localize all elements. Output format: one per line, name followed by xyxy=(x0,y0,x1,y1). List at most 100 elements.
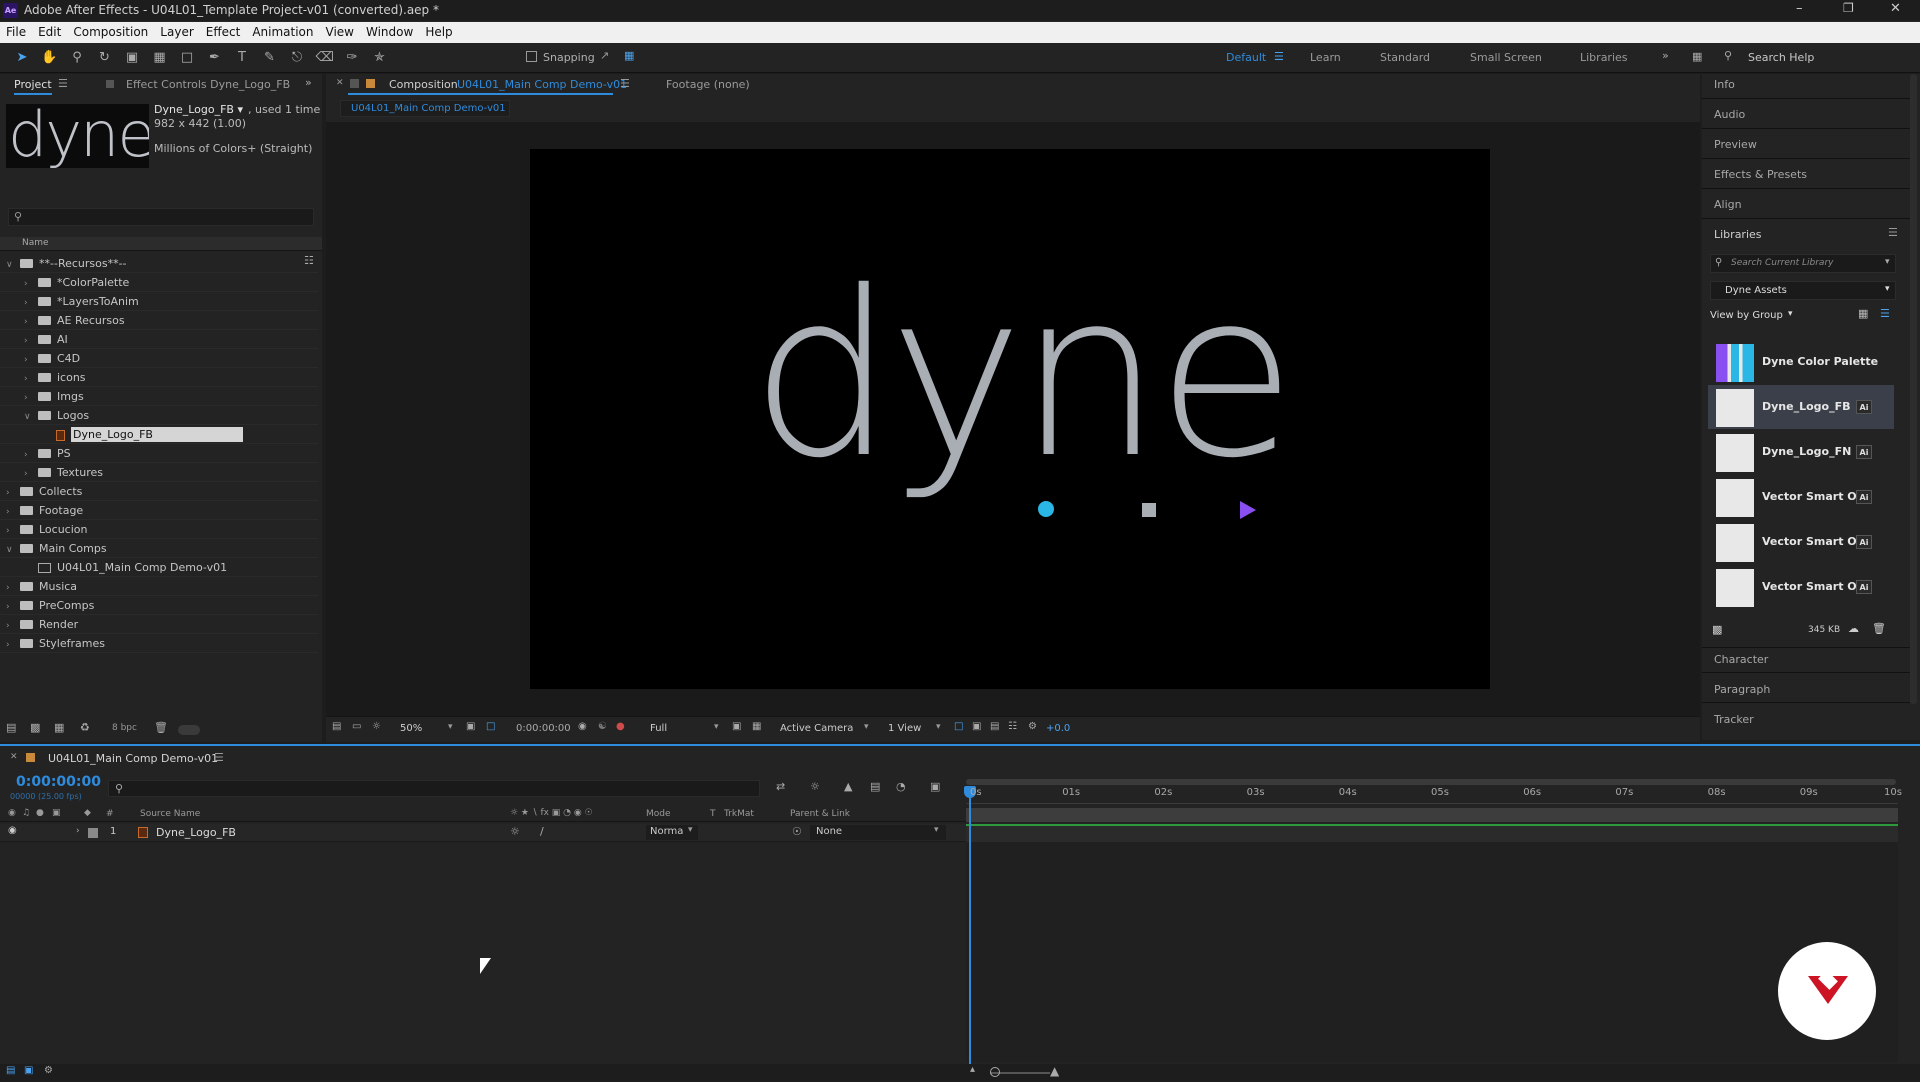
time-navigator[interactable] xyxy=(966,779,1896,785)
quality-switch-icon[interactable]: / xyxy=(540,825,544,838)
snapshot-icon[interactable]: ◉ xyxy=(578,721,587,732)
panel-tracker[interactable]: Tracker xyxy=(1714,713,1754,726)
tree-item[interactable]: › *LayersToAnim xyxy=(0,292,318,311)
menu-edit[interactable]: Edit xyxy=(32,22,67,43)
draft-3d-icon[interactable]: ☼ xyxy=(810,780,820,793)
rotate-tool-icon[interactable]: ↻ xyxy=(96,49,114,67)
library-item[interactable]: Vector Smart O... Ai xyxy=(1708,520,1894,564)
tree-item[interactable]: › PreComps xyxy=(0,596,318,615)
fit-icon[interactable]: ▣ xyxy=(466,721,475,732)
audio-toggle-icon[interactable]: ♫ xyxy=(22,808,30,818)
shy-layers-icon[interactable]: ▲ xyxy=(844,780,852,793)
timeline-menu-icon[interactable]: ☰ xyxy=(214,751,224,764)
trash-icon[interactable]: 🗑 xyxy=(1872,622,1886,635)
tab-project[interactable]: Project xyxy=(14,78,52,95)
workspace-small-screen[interactable]: Small Screen xyxy=(1470,51,1542,64)
close-icon[interactable]: ✕ xyxy=(1890,1,1901,16)
grid-view-icon[interactable]: ▦ xyxy=(1858,307,1868,320)
list-view-icon[interactable]: ☰ xyxy=(1880,307,1890,320)
hand-tool-icon[interactable]: ✋ xyxy=(41,49,59,67)
tree-item[interactable]: › Locucion xyxy=(0,520,318,539)
eraser-tool-icon[interactable]: ⌫ xyxy=(316,49,334,67)
zoom-in-icon[interactable]: ▲ xyxy=(1050,1064,1059,1078)
library-selector[interactable]: Dyne Assets ▾ xyxy=(1710,281,1896,300)
panel-audio[interactable]: Audio xyxy=(1714,108,1745,121)
label-column-icon[interactable]: ◆ xyxy=(84,808,91,818)
playhead[interactable] xyxy=(969,786,971,1066)
brush-tool-icon[interactable]: ✎ xyxy=(261,49,279,67)
panel-effects-presets[interactable]: Effects & Presets xyxy=(1714,168,1807,181)
more-workspaces-icon[interactable]: » xyxy=(1662,49,1669,62)
menu-file[interactable]: File xyxy=(0,22,32,43)
snap-grid-icon[interactable]: ▦ xyxy=(624,49,634,62)
parent-dropdown[interactable]: None ▾ xyxy=(810,825,946,840)
lock-toggle-icon[interactable]: ▣ xyxy=(52,808,61,818)
timing-icon[interactable]: ⚙ xyxy=(44,1065,53,1076)
puppet-pin-tool-icon[interactable]: ✯ xyxy=(371,49,389,67)
adjust-project-settings-icon[interactable]: ♻ xyxy=(80,721,90,734)
layer-expand-arrow-icon[interactable]: › xyxy=(76,826,80,836)
comp-flowchart-icon[interactable]: ☷ xyxy=(1008,721,1017,732)
solo-toggle-icon[interactable]: ● xyxy=(36,808,44,818)
parent-link-header[interactable]: Parent & Link xyxy=(790,809,850,819)
zoom-tool-icon[interactable]: ⚲ xyxy=(68,49,86,67)
bpc-label[interactable]: 8 bpc xyxy=(112,723,137,733)
workspace-learn[interactable]: Learn xyxy=(1310,51,1341,64)
tree-item[interactable]: › Footage xyxy=(0,501,318,520)
sync-settings-icon[interactable]: ▦ xyxy=(1692,50,1702,63)
camera-tool-icon[interactable]: ▣ xyxy=(123,49,141,67)
resolution-dropdown[interactable]: Full xyxy=(650,723,667,734)
panel-character[interactable]: Character xyxy=(1714,653,1768,666)
color-channels-icon[interactable]: ● xyxy=(616,721,625,732)
tree-item[interactable]: › Musica xyxy=(0,577,318,596)
menu-composition[interactable]: Composition xyxy=(67,22,154,43)
search-help-input[interactable]: Search Help xyxy=(1748,51,1814,64)
current-time-display[interactable]: 0:00:00:00 xyxy=(516,723,571,734)
library-item[interactable]: Dyne_Logo_FB Ai xyxy=(1708,385,1894,429)
timeline-toggle-icon[interactable]: ▤ xyxy=(990,721,999,732)
selection-tool-icon[interactable]: ➤ xyxy=(13,49,31,67)
tree-item-selected[interactable]: Dyne_Logo_FB xyxy=(0,425,318,444)
interpret-footage-icon[interactable]: ▤ xyxy=(6,721,16,734)
minimize-icon[interactable]: – xyxy=(1796,1,1803,16)
always-preview-icon[interactable]: ▤ xyxy=(332,721,341,732)
tree-item[interactable]: ∨ **--Recursos**-- xyxy=(0,254,318,273)
flowchart-view-icon[interactable]: ▣ xyxy=(972,721,981,732)
current-timecode[interactable]: 0:00:00:00 xyxy=(16,774,101,790)
mode-header[interactable]: Mode xyxy=(646,809,671,819)
folder-icon[interactable]: ▩ xyxy=(1712,623,1722,636)
tree-item[interactable]: › PS xyxy=(0,444,318,463)
snap-options-icon[interactable]: ↗ xyxy=(600,49,609,62)
snapping-checkbox[interactable] xyxy=(526,51,537,62)
timeline-track-area[interactable] xyxy=(966,842,1898,1062)
menu-window[interactable]: Window xyxy=(360,22,419,43)
tree-item[interactable]: › Textures xyxy=(0,463,318,482)
comp-canvas[interactable]: dyne xyxy=(530,149,1490,689)
show-snapshot-icon[interactable]: ☯ xyxy=(598,721,607,732)
library-item[interactable]: Vector Smart O... Ai xyxy=(1708,475,1894,519)
source-name-header[interactable]: Source Name xyxy=(140,809,200,819)
tree-item[interactable]: U04L01_Main Comp Demo-v01 xyxy=(0,558,318,577)
region-of-interest-icon[interactable]: □ xyxy=(486,721,495,732)
tree-item[interactable]: › C4D xyxy=(0,349,318,368)
rectangle-tool-icon[interactable]: □ xyxy=(178,49,196,67)
transparency-grid-icon[interactable]: ▦ xyxy=(752,721,761,732)
menu-help[interactable]: Help xyxy=(419,22,458,43)
menu-layer[interactable]: Layer xyxy=(154,22,199,43)
layer-source-name[interactable]: Dyne_Logo_FB xyxy=(156,826,236,839)
layer-visibility-icon[interactable]: ◉ xyxy=(8,825,17,836)
menu-effect[interactable]: Effect xyxy=(200,22,247,43)
panel-preview[interactable]: Preview xyxy=(1714,138,1757,151)
thumbnail-slider[interactable] xyxy=(178,725,200,735)
viewer-area[interactable]: dyne xyxy=(326,122,1700,716)
tree-item[interactable]: › *ColorPalette xyxy=(0,273,318,292)
tree-item[interactable]: › Imgs xyxy=(0,387,318,406)
libraries-title[interactable]: Libraries xyxy=(1714,228,1762,241)
view-by-group-dropdown[interactable]: View by Group xyxy=(1710,310,1783,321)
reset-exposure-icon[interactable]: ⚙ xyxy=(1028,721,1037,732)
layer-label-color[interactable] xyxy=(88,828,98,838)
panel-overflow-icon[interactable]: » xyxy=(305,76,312,89)
delete-icon[interactable]: 🗑 xyxy=(154,721,168,734)
collapse-transform-icon[interactable]: ☼ xyxy=(510,825,520,838)
monitor-icon[interactable]: ▭ xyxy=(352,721,361,732)
